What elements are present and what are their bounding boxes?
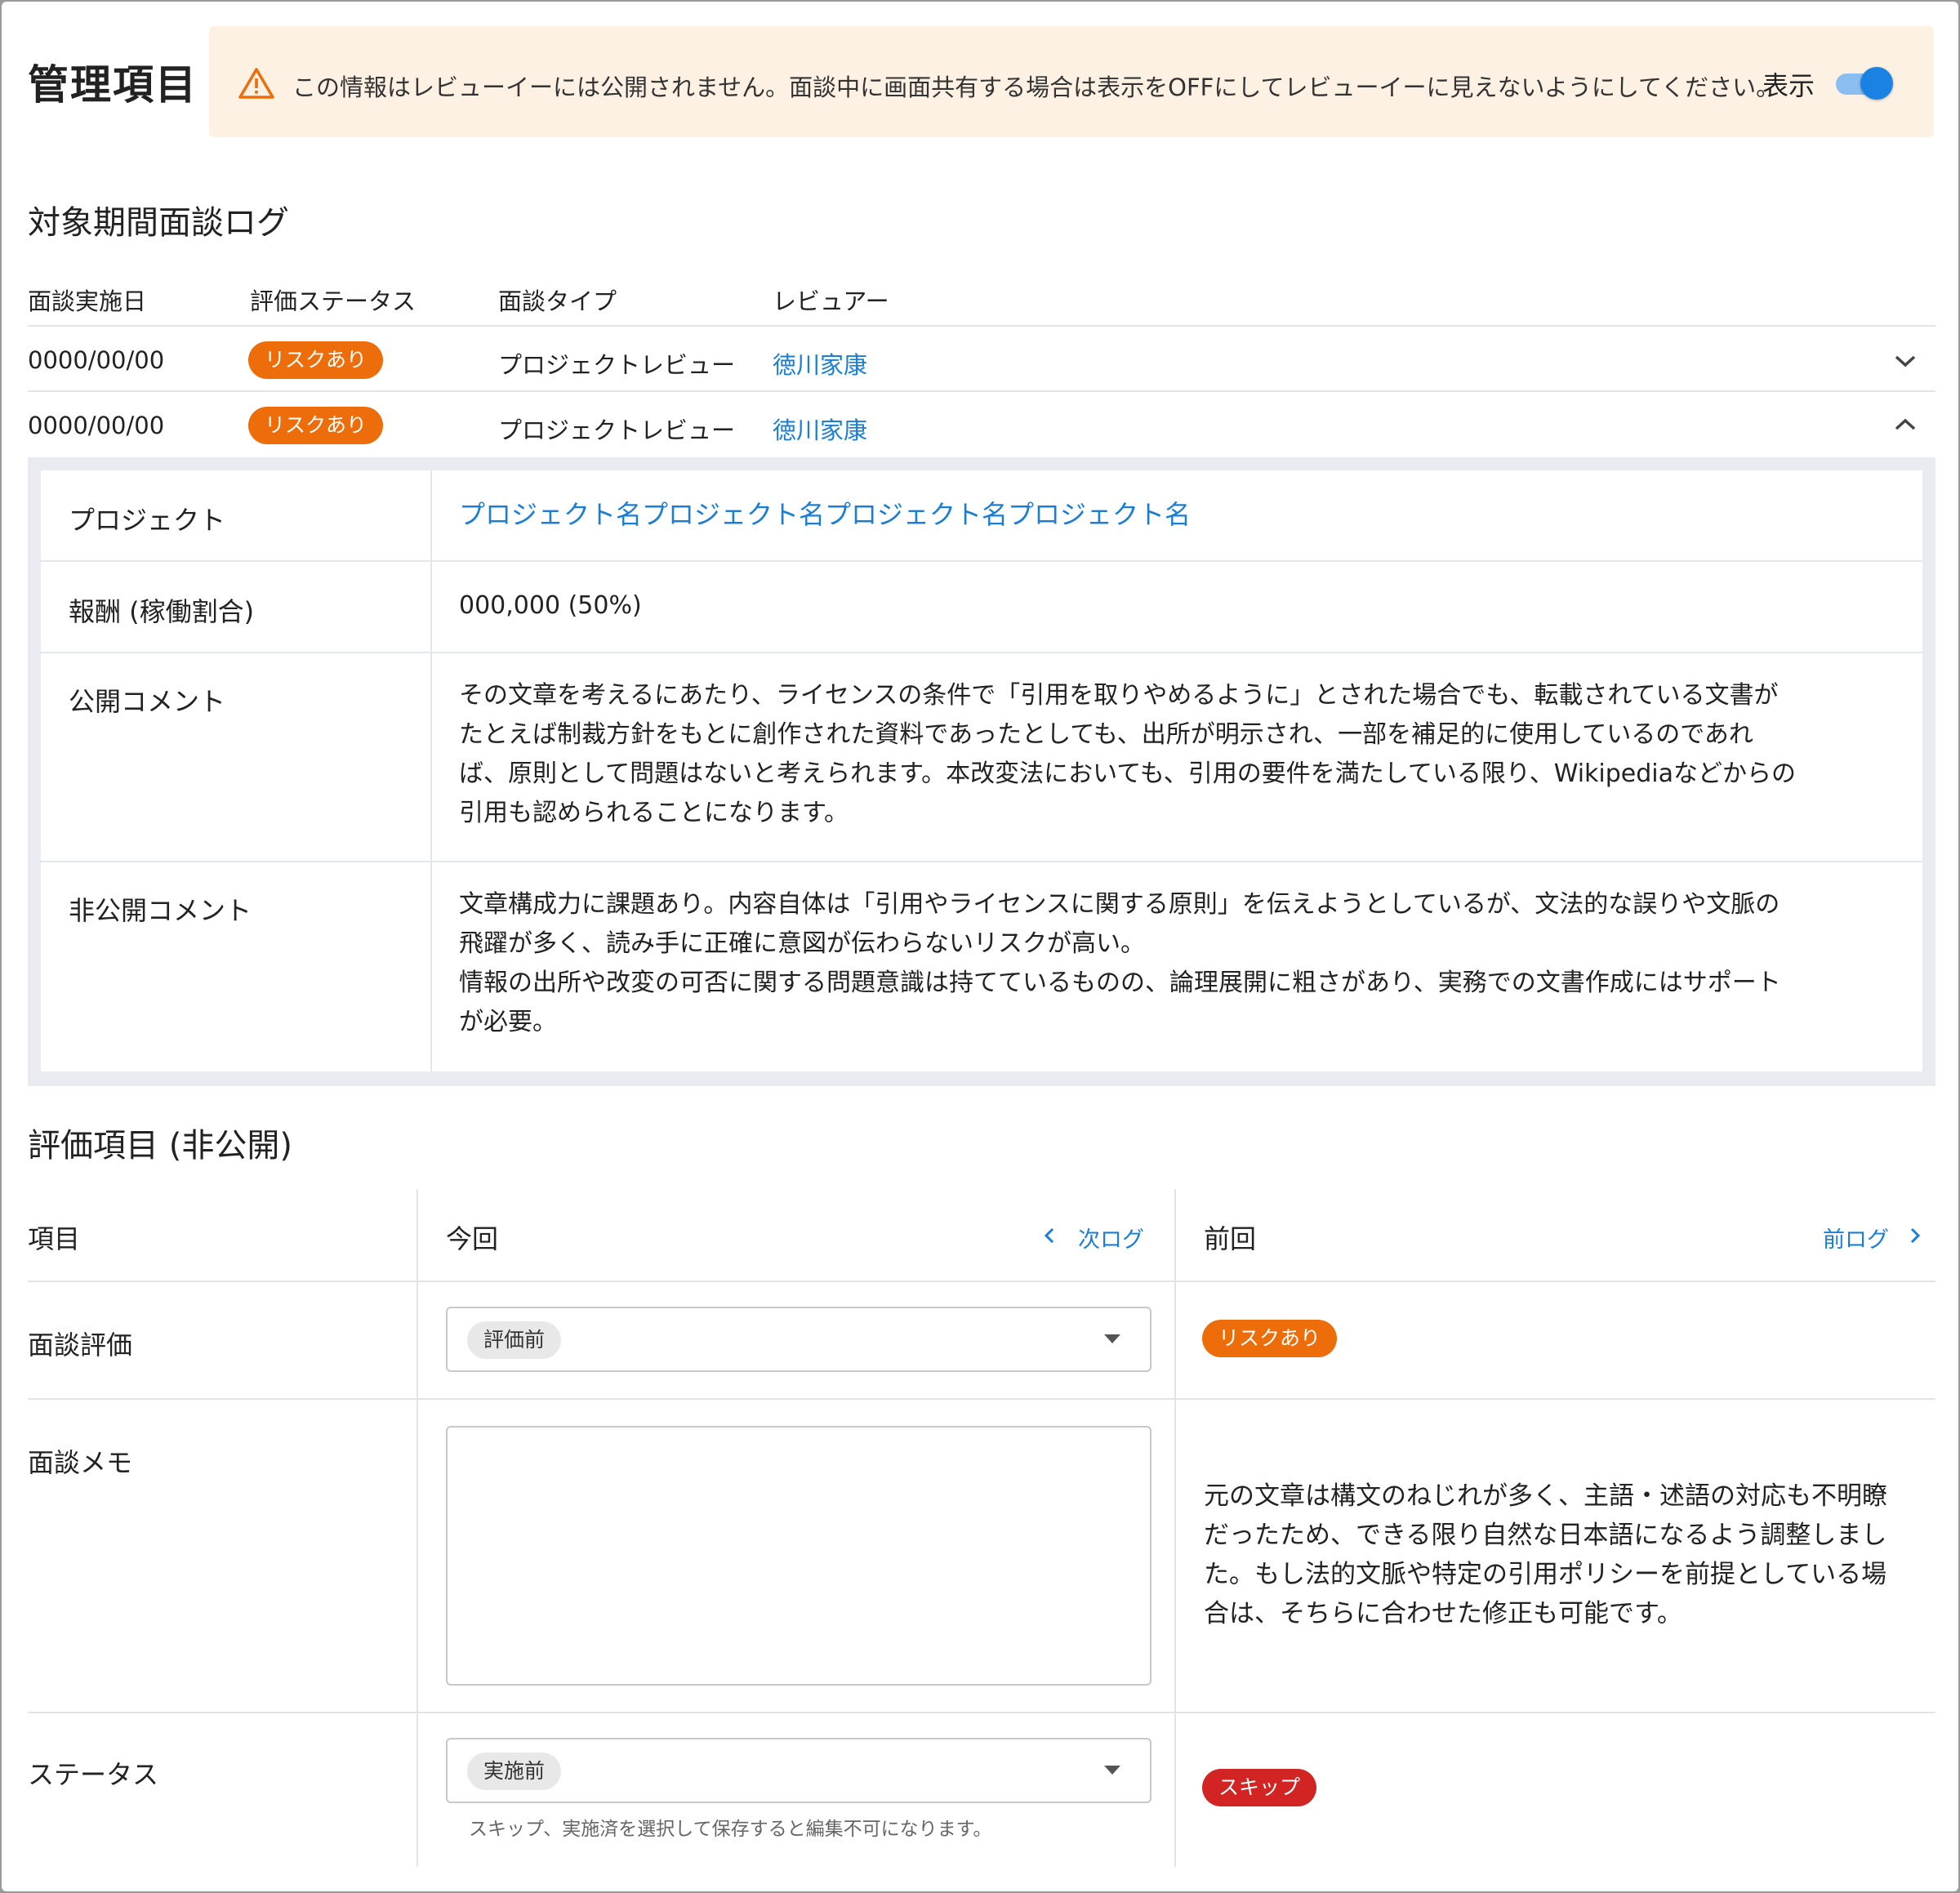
management-card: 管理項目 この情報はレビューイーには公開されません。面談中に画面共有する場合は表… — [2, 2, 1958, 1891]
col-header-previous: 前回 — [1204, 1223, 1257, 1254]
project-link[interactable]: プロジェクト名プロジェクト名プロジェクト名プロジェクト名 — [459, 495, 1896, 534]
chevron-down-icon[interactable] — [1893, 353, 1918, 369]
memo-label: 面談メモ — [28, 1447, 133, 1478]
chevron-left-icon[interactable] — [1044, 1227, 1055, 1245]
divider — [41, 560, 1922, 562]
col-header-type: 面談タイプ — [498, 287, 617, 315]
status-select[interactable]: 実施前 — [446, 1738, 1152, 1803]
project-label: プロジェクト — [69, 505, 226, 536]
warning-text: この情報はレビューイーには公開されません。面談中に画面共有する場合は表示をOFF… — [292, 73, 1780, 101]
warning-banner: この情報はレビューイーには公開されません。面談中に画面共有する場合は表示をOFF… — [209, 26, 1934, 137]
evaluation-section-title: 評価項目 (非公開) — [28, 1127, 292, 1165]
divider — [416, 1189, 418, 1867]
chevron-up-icon[interactable] — [1893, 416, 1918, 433]
log-date: 0000/00/00 — [28, 412, 165, 439]
status-badge: リスクあり — [248, 407, 384, 444]
chevron-right-icon[interactable] — [1909, 1227, 1921, 1245]
reward-label: 報酬 (稼働割合) — [69, 596, 255, 627]
col-header-current: 今回 — [446, 1223, 499, 1254]
rating-label: 面談評価 — [28, 1330, 133, 1361]
divider — [41, 652, 1922, 653]
display-toggle-label: 表示 — [1762, 70, 1815, 101]
col-header-reviewer: レビュアー — [773, 287, 889, 315]
col-header-item: 項目 — [28, 1223, 81, 1254]
previous-memo-text: 元の文章は構文のねじれが多く、主語・述語の対応も不明瞭 だったため、できる限り自… — [1204, 1481, 1887, 1628]
warning-icon — [238, 68, 274, 99]
divider — [28, 390, 1936, 392]
status-chip: 実施前 — [467, 1753, 562, 1790]
previous-status-badge: スキップ — [1202, 1769, 1317, 1806]
toggle-knob — [1860, 67, 1893, 100]
status-label: ステータス — [28, 1759, 159, 1790]
reviewer-link[interactable]: 徳川家康 — [773, 412, 867, 446]
public-comment-label: 公開コメント — [69, 686, 226, 717]
log-detail-table: プロジェクト プロジェクト名プロジェクト名プロジェクト名プロジェクト名 報酬 (… — [41, 470, 1922, 1071]
reviewer-link[interactable]: 徳川家康 — [773, 346, 867, 381]
rating-chip: 評価前 — [467, 1321, 562, 1359]
private-comment-label: 非公開コメント — [69, 895, 252, 926]
reward-value: 000,000 (50%) — [459, 591, 642, 620]
dropdown-caret-icon — [1104, 1334, 1120, 1343]
public-comment-text: その文章を考えるにあたり、ライセンスの条件で「引用を取りやめるように」とされた場… — [459, 681, 1797, 827]
col-header-status: 評価ステータス — [250, 287, 416, 315]
divider — [28, 1398, 1936, 1400]
log-detail-panel: プロジェクト プロジェクト名プロジェクト名プロジェクト名プロジェクト名 報酬 (… — [28, 457, 1936, 1086]
dropdown-caret-icon — [1104, 1766, 1120, 1775]
status-badge: リスクあり — [248, 341, 384, 379]
display-toggle[interactable] — [1836, 67, 1895, 100]
divider — [1174, 1189, 1176, 1867]
log-type: プロジェクトレビュー — [498, 416, 736, 444]
memo-textarea[interactable] — [446, 1426, 1152, 1686]
previous-rating-badge: リスクあり — [1202, 1320, 1338, 1357]
col-header-date: 面談実施日 — [28, 287, 147, 315]
divider — [28, 1712, 1936, 1713]
page-title: 管理項目 — [28, 61, 198, 109]
divider — [41, 861, 1922, 862]
log-section-title: 対象期間面談ログ — [28, 204, 289, 242]
status-hint: スキップ、実施済を選択して保存すると編集不可になります。 — [469, 1819, 992, 1840]
private-comment-text: 文章構成力に課題あり。内容自体は「引用やライセンスに関する原則」を伝えようとして… — [459, 890, 1781, 1036]
divider — [28, 325, 1936, 327]
rating-select[interactable]: 評価前 — [446, 1307, 1152, 1372]
log-type: プロジェクトレビュー — [498, 351, 736, 379]
prev-log-link[interactable]: 前ログ — [1823, 1222, 1889, 1254]
log-date: 0000/00/00 — [28, 346, 165, 374]
next-log-link[interactable]: 次ログ — [1078, 1222, 1144, 1254]
divider — [28, 1281, 1936, 1282]
